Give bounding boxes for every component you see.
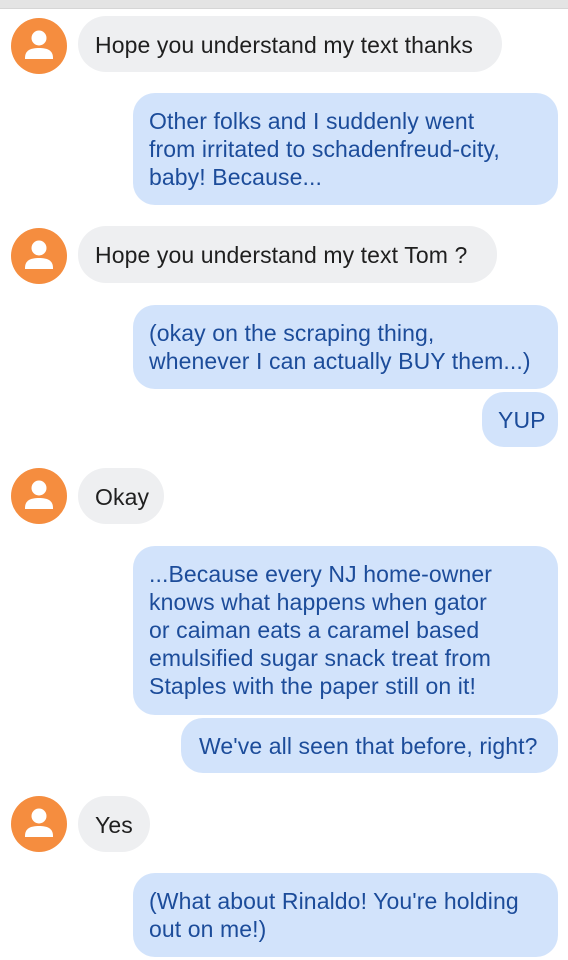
message-line: Other folks and I suddenly went <box>149 108 475 134</box>
message-line: (okay on the scraping thing, <box>149 320 435 346</box>
message-line: emulsified sugar snack treat from <box>149 645 492 671</box>
message-bubble-incoming[interactable]: Hope you understand my text Tom ? <box>78 226 497 283</box>
message-row-incoming: Okay <box>0 468 568 526</box>
message-row-incoming: Hope you understand my text thanks <box>0 16 568 74</box>
message-bubble-outgoing[interactable]: ...Because every NJ home-owner knows wha… <box>133 546 558 715</box>
message-bubble-outgoing[interactable]: YUP <box>482 392 558 447</box>
message-bubble-outgoing[interactable]: (okay on the scraping thing, whenever I … <box>133 305 558 389</box>
message-bubble-outgoing[interactable]: (What about Rinaldo! You're holding out … <box>133 873 558 957</box>
contact-avatar[interactable] <box>11 796 67 852</box>
status-bar <box>0 0 568 9</box>
message-bubble-outgoing[interactable]: Other folks and I suddenly went from irr… <box>133 93 558 205</box>
message-bubble-incoming[interactable]: Hope you understand my text thanks <box>78 16 502 72</box>
message-line: or caiman eats a caramel based <box>149 617 480 643</box>
message-thread: Hope you understand my text thanks Other… <box>0 0 568 960</box>
message-line: ...Because every NJ home-owner <box>149 561 493 587</box>
person-icon <box>25 808 53 837</box>
message-bubble-incoming[interactable]: Yes <box>78 796 150 852</box>
message-line: knows what happens when gator <box>149 589 487 615</box>
message-line: YUP <box>498 407 546 433</box>
person-icon <box>25 480 53 509</box>
message-line: (What about Rinaldo! You're holding <box>149 888 519 914</box>
person-icon <box>25 240 53 269</box>
message-line: We've all seen that before, right? <box>199 733 538 759</box>
contact-avatar[interactable] <box>11 228 67 284</box>
message-bubble-incoming[interactable]: Okay <box>78 468 164 524</box>
message-row-incoming: Yes <box>0 796 568 854</box>
message-line: baby! Because... <box>149 164 322 190</box>
contact-avatar[interactable] <box>11 18 67 74</box>
message-line: from irritated to schadenfreud-city, <box>149 136 500 162</box>
message-line: whenever I can actually BUY them...) <box>149 348 531 374</box>
message-line: Staples with the paper still on it! <box>149 673 476 699</box>
message-row-incoming: Hope you understand my text Tom ? <box>0 226 568 284</box>
message-line: out on me!) <box>149 916 267 942</box>
message-bubble-outgoing[interactable]: We've all seen that before, right? <box>181 718 558 773</box>
contact-avatar[interactable] <box>11 468 67 524</box>
person-icon <box>25 30 53 59</box>
